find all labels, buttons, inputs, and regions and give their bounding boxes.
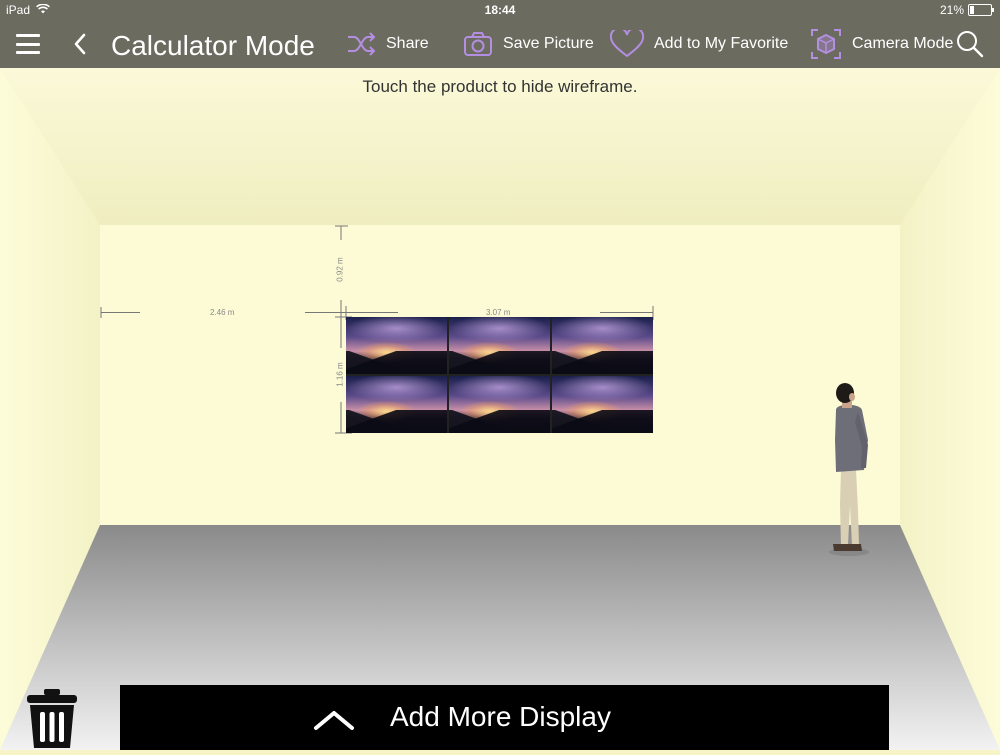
chevron-left-icon: [74, 33, 86, 55]
battery-icon: [968, 4, 994, 16]
camera-icon: [464, 32, 492, 56]
share-button[interactable]: Share: [346, 28, 429, 60]
display-panel[interactable]: [449, 317, 550, 374]
display-panel[interactable]: [346, 317, 447, 374]
search-icon: [957, 31, 984, 58]
video-wall-display[interactable]: [346, 317, 653, 433]
favorite-label: Add to My Favorite: [654, 35, 789, 52]
favorite-button[interactable]: Add to My Favorite: [610, 28, 788, 60]
trash-icon: [27, 689, 77, 748]
battery-percent: 21%: [939, 3, 964, 17]
hint-text: Touch the product to hide wireframe.: [362, 77, 638, 96]
menu-icon[interactable]: [16, 34, 40, 54]
ar-cube-icon: [811, 29, 841, 59]
wifi-icon: [36, 3, 50, 17]
camera-mode-label: Camera Mode: [852, 35, 954, 52]
status-bar: iPad 18:44 21%: [0, 0, 1000, 20]
width-label: 3.07 m: [486, 308, 511, 317]
display-panel[interactable]: [449, 376, 550, 433]
back-button[interactable]: [72, 30, 92, 58]
save-picture-label: Save Picture: [503, 35, 594, 52]
display-panel[interactable]: [346, 376, 447, 433]
top-offset-label: 0.92 m: [335, 257, 345, 282]
nav-bar: Calculator Mode Share Save Picture Add t…: [0, 20, 1000, 68]
trash-button[interactable]: [24, 688, 80, 750]
save-picture-button[interactable]: Save Picture: [463, 28, 594, 60]
search-button[interactable]: [956, 30, 984, 58]
share-label: Share: [386, 35, 429, 52]
shuffle-icon: [348, 32, 376, 56]
add-more-display-label: Add More Display: [390, 701, 611, 732]
chevron-up-icon: [314, 711, 354, 730]
status-time: 18:44: [484, 3, 516, 17]
display-panel[interactable]: [552, 376, 653, 433]
left-offset-label: 2.46 m: [210, 308, 235, 317]
device-name: iPad: [6, 3, 31, 17]
page-title: Calculator Mode: [111, 30, 315, 61]
add-more-display-button[interactable]: Add More Display: [120, 685, 889, 750]
heart-icon: [610, 30, 644, 58]
camera-mode-button[interactable]: Camera Mode: [810, 28, 953, 60]
display-panel[interactable]: [552, 317, 653, 374]
height-label: 1.16 m: [335, 362, 345, 387]
